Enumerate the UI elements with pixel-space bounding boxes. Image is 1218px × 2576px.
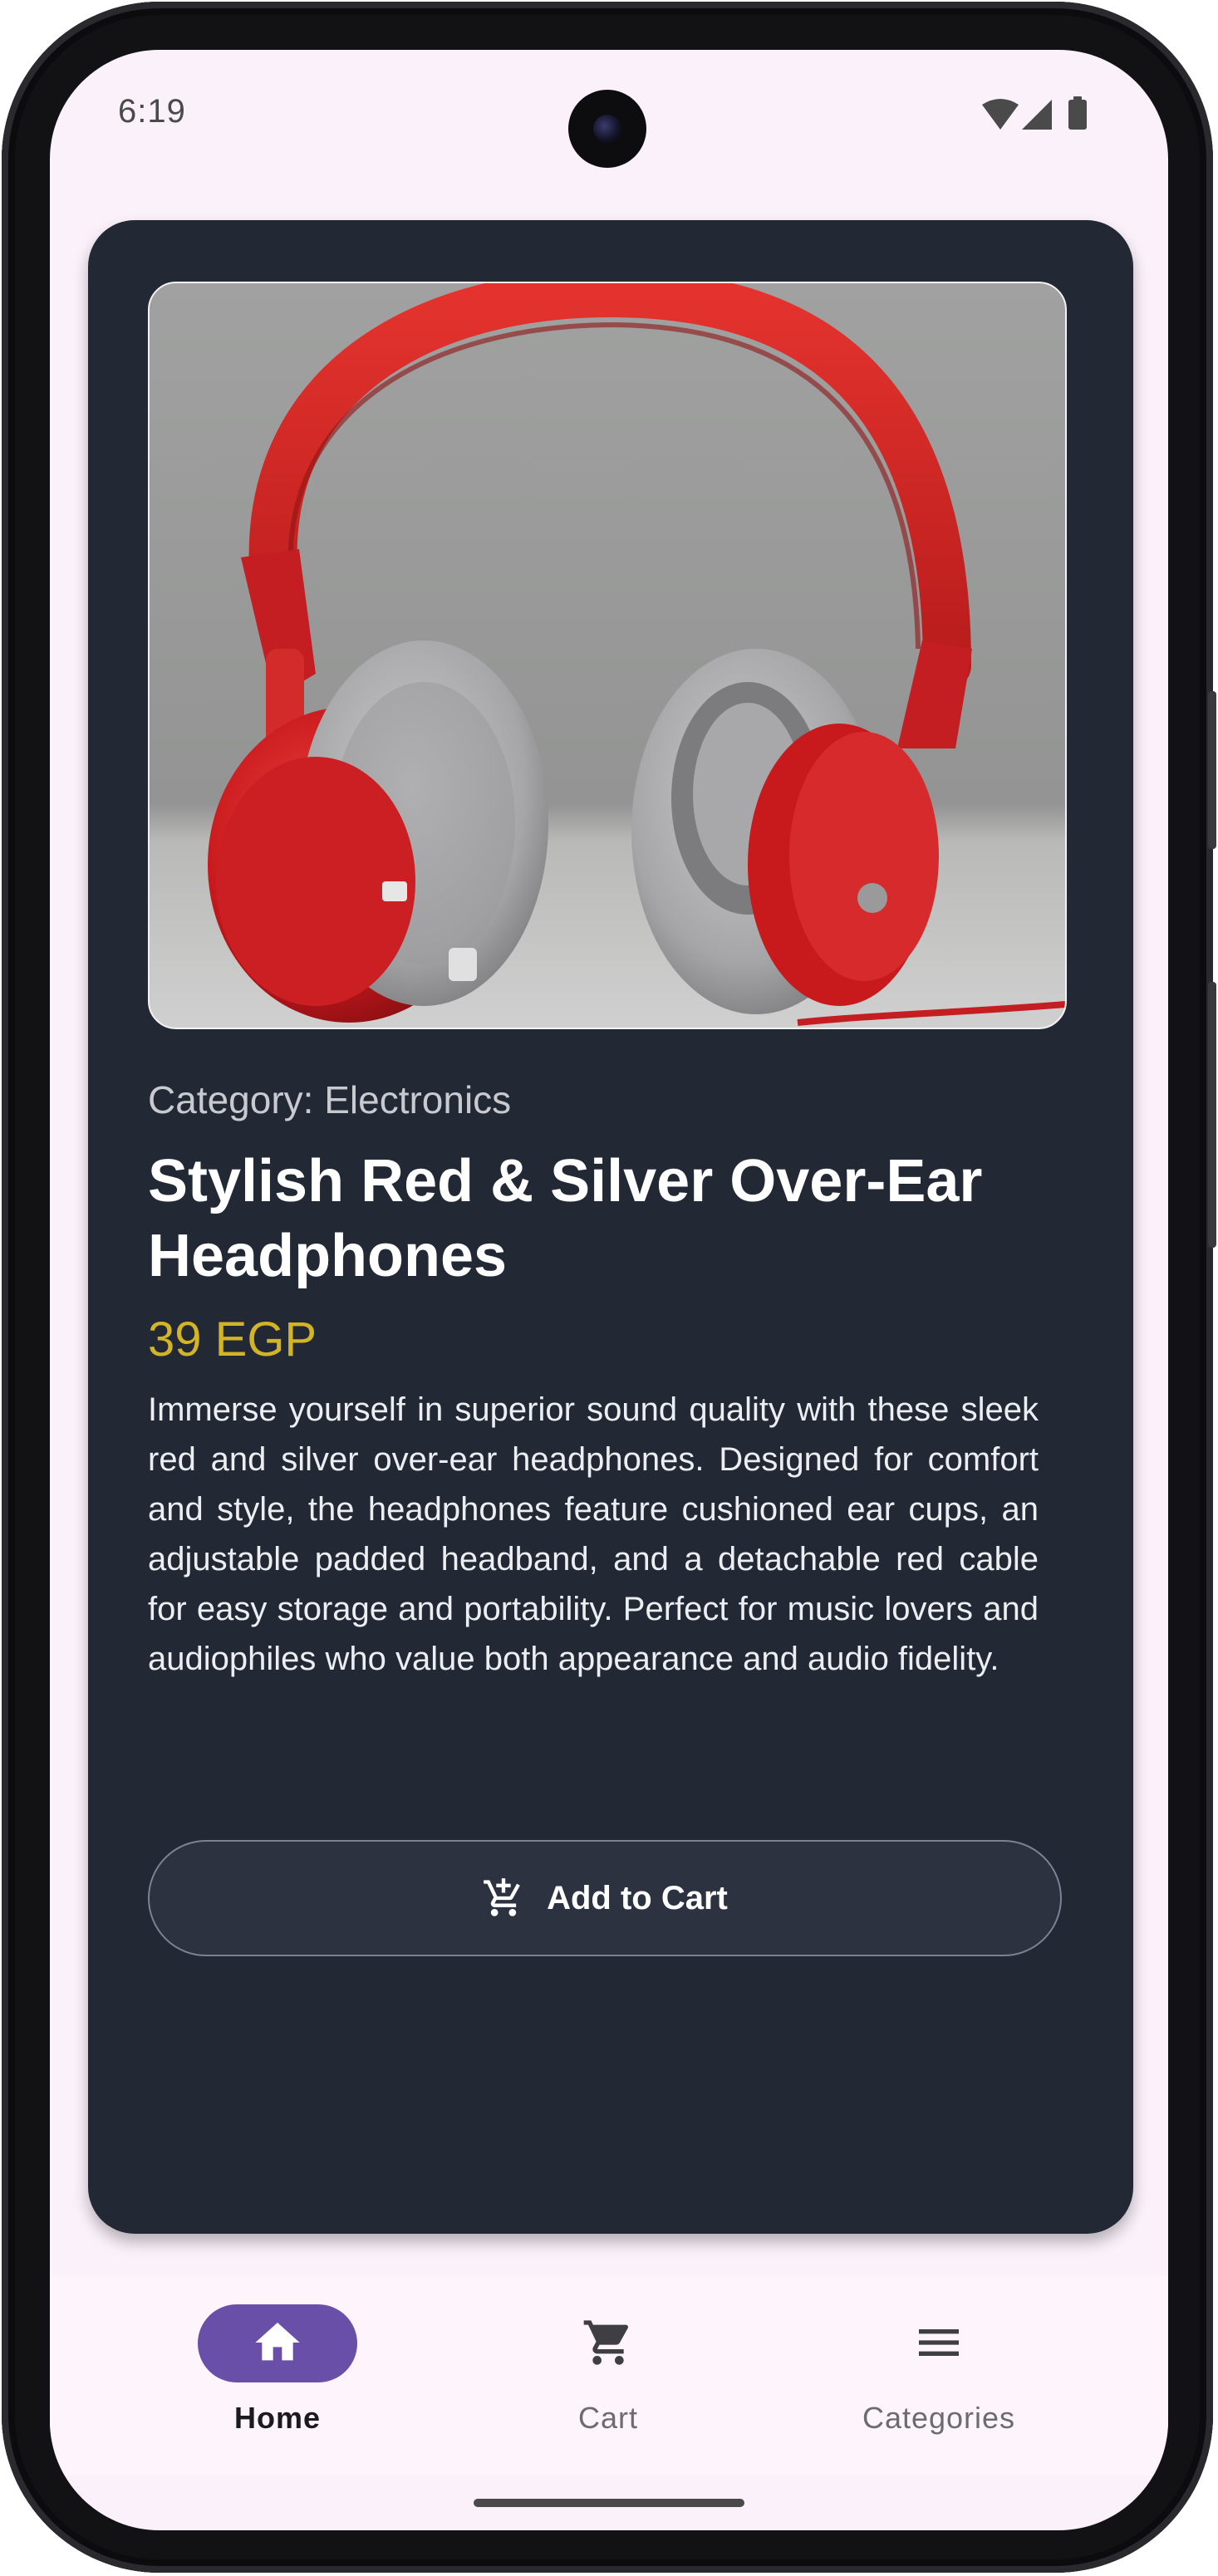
cart-icon: [583, 2320, 629, 2365]
nav-label-cart: Cart: [577, 2401, 638, 2435]
product-category: Category: Electronics: [148, 1078, 512, 1121]
product-title: Stylish Red & Silver Over-Ear Headphones: [148, 1148, 983, 1289]
signal-icon: [1022, 100, 1052, 130]
product-image: [148, 282, 1067, 1029]
battery-icon: [1068, 100, 1087, 130]
menu-icon: [919, 2329, 959, 2356]
nav-label-categories: Categories: [862, 2401, 1016, 2435]
status-icons: [980, 96, 1097, 133]
front-camera: [568, 90, 646, 168]
power-button: [1208, 691, 1216, 849]
nav-label-home: Home: [233, 2401, 322, 2435]
home-indicator[interactable]: [474, 2499, 744, 2507]
volume-button: [1208, 982, 1216, 1248]
screen: 6:19 Category: Electronics Stylish Red &…: [50, 50, 1168, 2530]
product-card: Category: Electronics Stylish Red & Silv…: [88, 220, 1133, 2234]
product-description: Immerse yourself in superior sound quali…: [148, 1391, 1039, 1677]
product-price: 39 EGP: [148, 1313, 317, 1367]
home-icon: [255, 2323, 300, 2361]
bottom-navigation: Home Cart Categories: [50, 2276, 1168, 2475]
nav-item-cart[interactable]: Cart: [484, 2276, 733, 2475]
add-shopping-cart-icon: [484, 1878, 520, 1916]
add-to-cart-label: Add to Cart: [547, 1879, 728, 1916]
add-to-cart-button[interactable]: Add to Cart: [148, 1840, 1062, 1956]
wifi-icon: [982, 99, 1019, 130]
nav-item-categories[interactable]: Categories: [814, 2276, 1063, 2475]
status-time: 6:19: [118, 93, 186, 130]
phone-frame: 6:19 Category: Electronics Stylish Red &…: [2, 2, 1216, 2573]
nav-item-home[interactable]: Home: [153, 2276, 402, 2475]
